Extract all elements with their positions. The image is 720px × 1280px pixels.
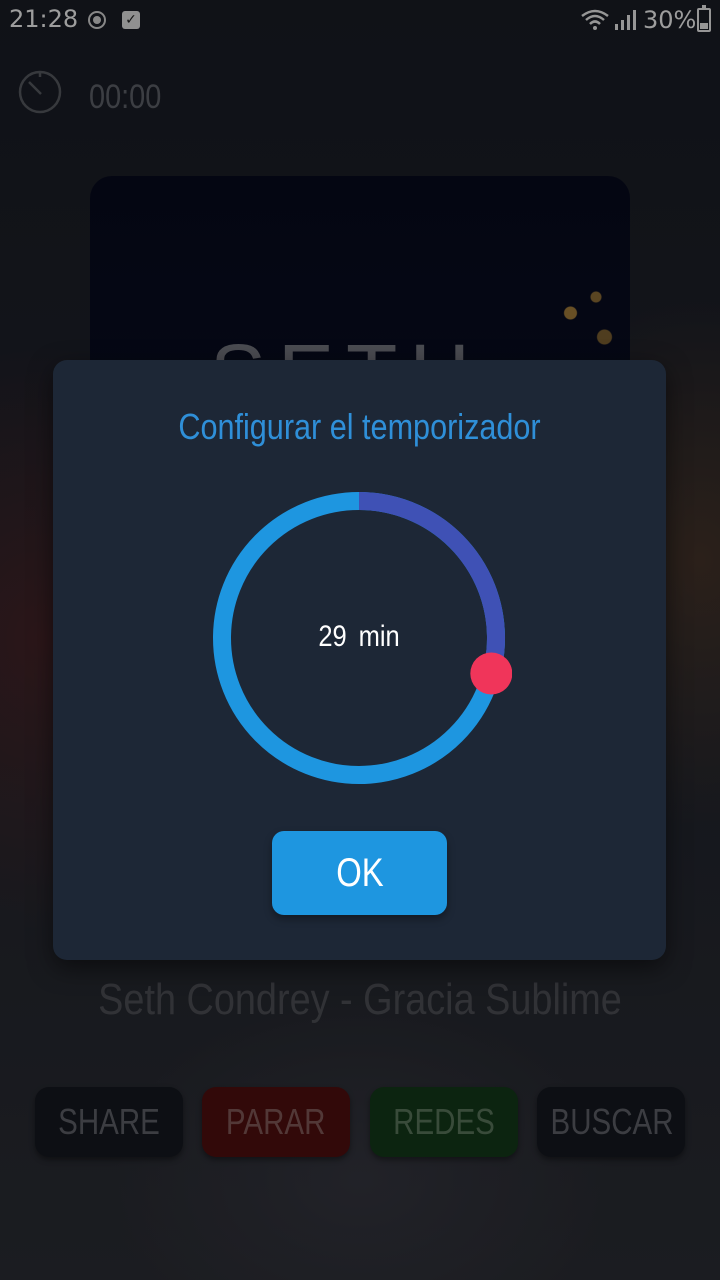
dial-thumb-handle[interactable] (470, 652, 512, 695)
ok-button[interactable]: OK (272, 831, 447, 915)
timer-minutes: 29 (318, 620, 347, 653)
timer-dial[interactable]: 29 min (206, 485, 512, 791)
timer-dialog: Configurar el temporizador 29 min OK (53, 360, 666, 960)
timer-readout: 29 min (229, 620, 489, 654)
timer-unit: min (358, 620, 400, 653)
dialog-title: Configurar el temporizador (178, 406, 541, 447)
